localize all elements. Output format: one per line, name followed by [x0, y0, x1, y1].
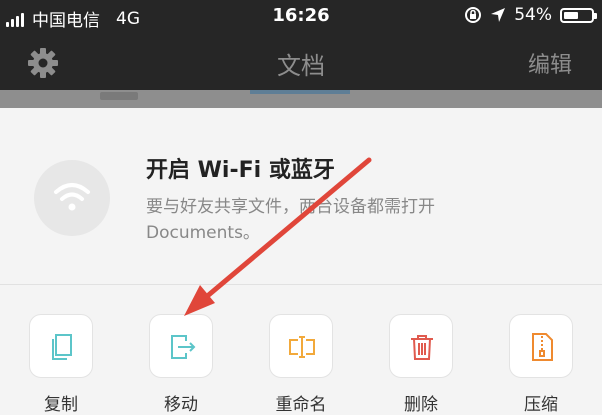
annotation-arrow — [184, 157, 372, 316]
